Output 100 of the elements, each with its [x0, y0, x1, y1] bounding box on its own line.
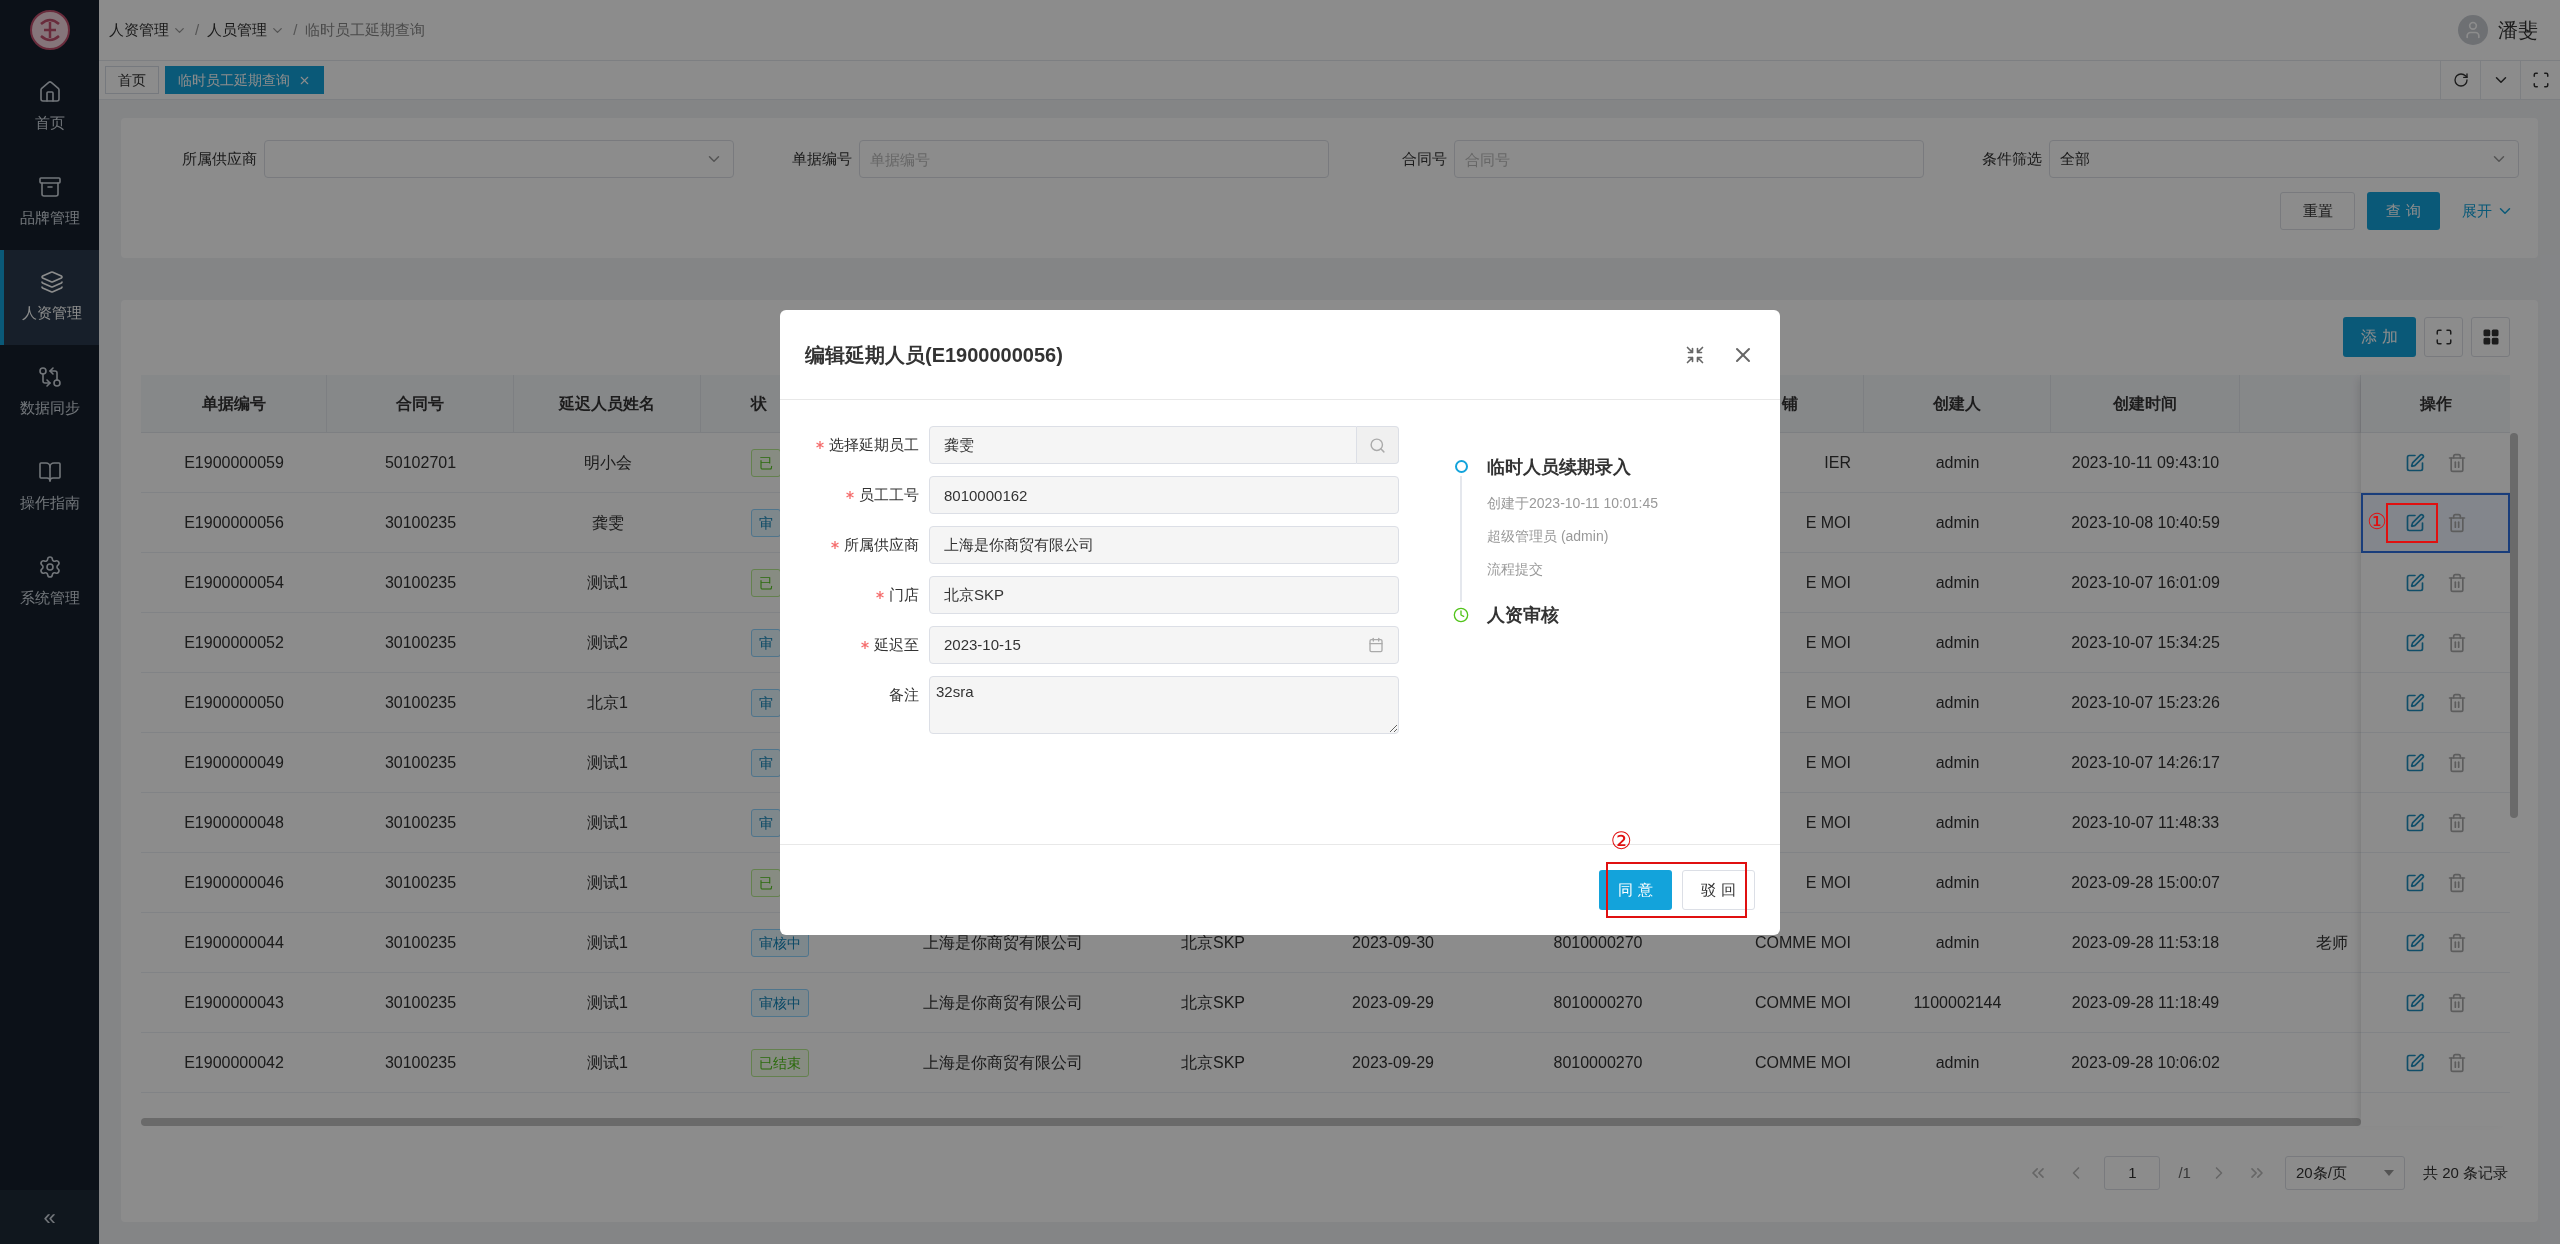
breadcrumb-separator: / [293, 19, 298, 40]
text-field[interactable]: 北京SKP [929, 576, 1399, 614]
filter-label: 合同号 [1401, 148, 1448, 169]
page-tab[interactable]: 首页 [105, 66, 159, 94]
breadcrumb-item[interactable]: 临时员工延期查询 [305, 18, 426, 42]
delete-icon[interactable] [2446, 752, 2467, 773]
user-name[interactable]: 潘斐 [2498, 15, 2538, 45]
edit-icon[interactable] [2404, 452, 2425, 473]
fullscreen-button[interactable] [2424, 317, 2463, 357]
book-icon [37, 460, 62, 485]
sidebar-label: 系统管理 [19, 588, 80, 609]
table-cell-text: 50102701 [384, 452, 457, 473]
filter-label: 单据编号 [791, 148, 853, 169]
table-cell-text: 30100235 [384, 692, 457, 713]
edit-icon[interactable] [2404, 692, 2425, 713]
sidebar-label: 人资管理 [21, 303, 82, 324]
search-button[interactable] [1357, 426, 1399, 464]
annotation-box [2386, 503, 2438, 543]
text-field[interactable]: 8010000162 [929, 476, 1399, 514]
field-label: 所属供应商 [844, 534, 919, 555]
sidebar-item[interactable]: 数据同步 [0, 345, 99, 440]
date-field[interactable]: 2023-10-15 [929, 626, 1399, 664]
table-cell-text: E1900000049 [184, 752, 284, 773]
delete-icon[interactable] [2446, 692, 2467, 713]
breadcrumb-item[interactable]: 人员管理 [207, 18, 286, 42]
sidebar-item[interactable]: 品牌管理 [0, 155, 99, 250]
edit-icon[interactable] [2404, 992, 2425, 1013]
reject-button[interactable]: 驳 回 [1682, 870, 1755, 910]
page-input[interactable]: 1 [2104, 1156, 2161, 1190]
table-cell-text: 30100235 [384, 752, 457, 773]
column-header: 创建人 [1933, 393, 1981, 414]
layout-button[interactable] [2471, 317, 2510, 357]
delete-icon[interactable] [2446, 452, 2467, 473]
page-size-select[interactable]: 20条/页 [2284, 1156, 2405, 1190]
actions-cell[interactable] [2361, 493, 2510, 553]
delete-icon[interactable] [2446, 513, 2467, 533]
sidebar-item[interactable]: 首页 [0, 60, 99, 155]
table-cell-text: 2023-10-07 16:01:09 [2071, 572, 2220, 593]
remark-field[interactable]: 32sra [929, 676, 1399, 734]
status-tag: 审 [751, 508, 781, 537]
vertical-scrollbar[interactable] [2510, 433, 2518, 818]
table-cell-text: E MOI [1805, 632, 1851, 653]
sidebar-item[interactable]: 系统管理 [0, 535, 99, 630]
text-field[interactable]: 上海是你商贸有限公司 [929, 526, 1399, 564]
delete-icon[interactable] [2446, 812, 2467, 833]
filter-select[interactable]: 全部 [2049, 140, 2519, 178]
delete-icon[interactable] [2446, 1052, 2467, 1073]
edit-icon[interactable] [2404, 1052, 2425, 1073]
horizontal-scrollbar[interactable] [141, 1118, 2361, 1126]
table-cell-text: 2023-09-29 [1352, 992, 1434, 1013]
edit-icon[interactable] [2404, 632, 2425, 653]
annotation-number: ② [1610, 829, 1632, 853]
table-cell-text: E MOI [1805, 812, 1851, 833]
breadcrumb-separator: / [195, 19, 200, 40]
table-cell-text: admin [1935, 572, 1980, 593]
status-tag: 审 [751, 748, 781, 777]
delete-icon[interactable] [2446, 872, 2467, 893]
timeline-title: 临时人员续期录入 [1487, 456, 1632, 479]
sidebar-item[interactable]: 人资管理 [0, 250, 99, 345]
edit-icon[interactable] [2404, 932, 2425, 953]
edit-icon[interactable] [2404, 513, 2425, 533]
table-cell-text: E1900000043 [184, 992, 284, 1013]
edit-icon[interactable] [2404, 812, 2425, 833]
filter-label: 条件筛选 [1981, 148, 2043, 169]
table-cell-text: COMME MOI [1755, 992, 1851, 1013]
timeline-title: 人资审核 [1487, 604, 1559, 627]
table-cell-text: 北京SKP [1181, 932, 1245, 953]
table-cell-text: 2023-09-28 15:00:07 [2071, 872, 2220, 893]
sidebar-item[interactable]: 操作指南 [0, 440, 99, 535]
edit-icon[interactable] [2404, 752, 2425, 773]
field-label: 门店 [889, 584, 919, 605]
status-tag: 审 [751, 628, 781, 657]
edit-icon[interactable] [2404, 572, 2425, 593]
delete-icon[interactable] [2446, 632, 2467, 653]
delete-icon[interactable] [2446, 572, 2467, 593]
fullscreen-icon[interactable] [1685, 344, 1705, 365]
table-cell-text: 2023-09-30 [1352, 932, 1434, 953]
fullscreen-icon[interactable] [2531, 71, 2550, 89]
breadcrumb-item[interactable]: 人资管理 [109, 18, 187, 42]
table-cell-text: 上海是你商贸有限公司 [923, 1052, 1083, 1073]
sidebar-label: 操作指南 [19, 493, 80, 514]
table-cell-text: 上海是你商贸有限公司 [923, 992, 1083, 1013]
edit-icon[interactable] [2404, 872, 2425, 893]
table-cell-text: admin [1935, 752, 1980, 773]
table-cell-text: 明小会 [583, 452, 632, 473]
collapse-button[interactable]: « [0, 1190, 99, 1244]
delete-icon[interactable] [2446, 932, 2467, 953]
table-cell-text: E1900000044 [184, 932, 284, 953]
employee-field[interactable]: 龚雯 [929, 426, 1357, 464]
delete-icon[interactable] [2446, 992, 2467, 1013]
refresh-icon[interactable] [2452, 72, 2469, 88]
table-cell-text: 北京1 [587, 692, 628, 713]
logo-icon [29, 10, 70, 50]
filter-select[interactable] [264, 140, 734, 178]
reset-button[interactable]: 重置 [2280, 192, 2355, 230]
table-cell-text: admin [1935, 1052, 1980, 1073]
table-cell-text: 2023-10-11 09:43:10 [2071, 452, 2220, 473]
approve-button[interactable]: 同 意 [1599, 870, 1672, 910]
table-cell-text: 2023-09-28 11:53:18 [2071, 932, 2220, 953]
table-cell-text: 8010000270 [1553, 932, 1643, 953]
